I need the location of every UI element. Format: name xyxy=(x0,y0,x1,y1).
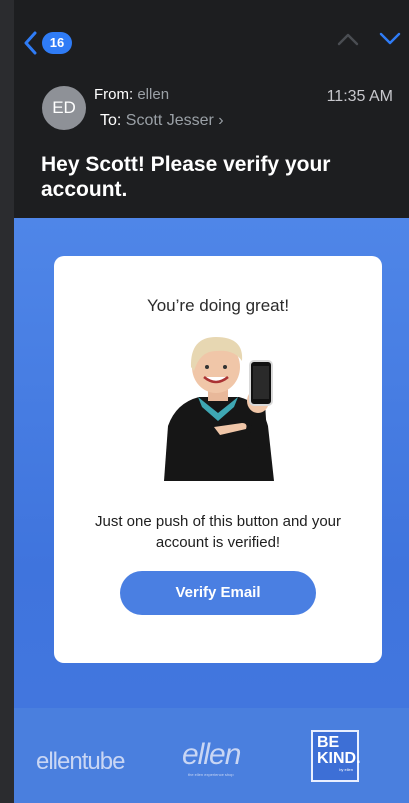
chevron-up-icon[interactable] xyxy=(337,32,359,46)
ellen-phone-illustration xyxy=(164,337,274,481)
ellen-shop-logo-sub: the ellen experience shop xyxy=(188,772,234,777)
window-left-edge xyxy=(0,0,14,803)
email-footer: ellentube ellen the ellen experience sho… xyxy=(14,708,409,803)
back-button[interactable]: 16 xyxy=(24,31,72,55)
sender-avatar[interactable]: ED xyxy=(42,86,86,130)
verify-email-button[interactable]: Verify Email xyxy=(120,571,316,615)
chevron-left-icon xyxy=(24,31,37,55)
to-label: To: xyxy=(100,112,122,129)
to-line[interactable]: To: Scott Jesser › xyxy=(100,112,224,130)
verify-card: You’re doing great! Just one push of thi… xyxy=(54,256,382,663)
to-name[interactable]: Scott Jesser xyxy=(126,112,214,129)
be-kind-logo[interactable]: BE KIND. by ellen xyxy=(311,730,361,782)
message-subject: Hey Scott! Please verify your account. xyxy=(41,153,331,201)
mail-app-frame: 16 ED From: ellen To: Scott Jesser › 11:… xyxy=(14,0,409,803)
message-nav-arrows xyxy=(337,32,401,46)
nav-bar: 16 xyxy=(14,0,409,66)
message-time: 11:35 AM xyxy=(326,88,393,105)
card-title: You’re doing great! xyxy=(146,296,290,315)
from-name[interactable]: ellen xyxy=(137,86,169,103)
email-body: You’re doing great! Just one push of thi… xyxy=(14,218,409,803)
ellen-shop-logo[interactable]: ellen xyxy=(182,738,241,772)
card-message: Just one push of this button and your ac… xyxy=(95,513,341,551)
chevron-down-icon[interactable] xyxy=(379,32,401,46)
ellentube-logo-text: ellentube xyxy=(36,748,125,775)
from-label: From: xyxy=(94,86,134,103)
be-kind-line1: BE xyxy=(317,734,340,751)
from-line: From: ellen xyxy=(94,86,169,103)
ellentube-logo[interactable]: ellentube xyxy=(36,748,125,776)
message-header: ED From: ellen To: Scott Jesser › 11:35 … xyxy=(14,66,409,218)
be-kind-sub: by ellen xyxy=(339,767,353,772)
unread-count-badge: 16 xyxy=(42,32,72,54)
ellen-shop-logo-text: ellen xyxy=(182,738,241,771)
chevron-right-icon: › xyxy=(218,112,224,129)
